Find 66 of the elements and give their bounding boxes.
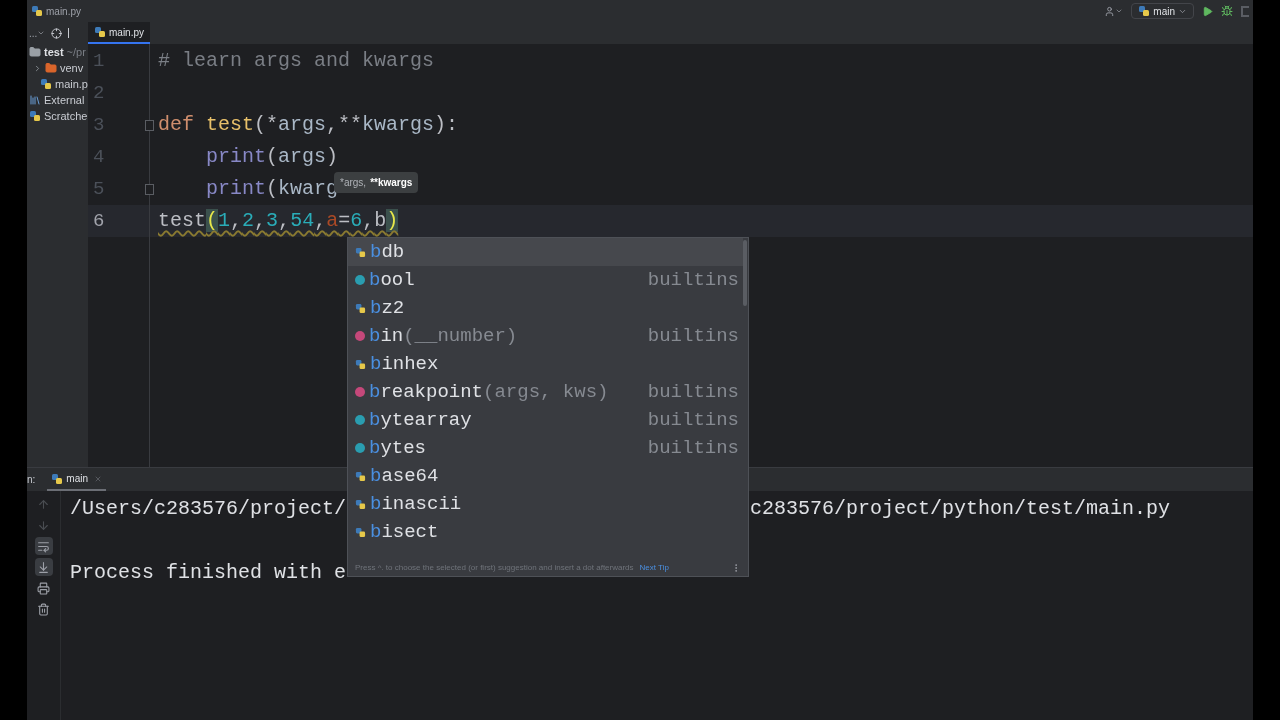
run-panel-label: n:: [27, 473, 36, 487]
python-file-icon: [39, 78, 52, 90]
module-icon: [355, 246, 366, 258]
libraries-icon: [29, 94, 41, 106]
scroll-to-end-icon[interactable]: [34, 558, 53, 576]
completion-item[interactable]: bz2: [348, 294, 743, 322]
run-icon[interactable]: [1202, 5, 1213, 17]
code-line: test(1,2,3,54,a=6,b): [158, 208, 399, 234]
console-text: Process finished with e: [70, 561, 347, 584]
folder-icon: [29, 46, 41, 58]
debug-icon[interactable]: [1221, 5, 1233, 17]
parameter-text: **kwargs: [370, 176, 413, 190]
function-icon: [355, 331, 365, 341]
fold-marker-icon[interactable]: [145, 183, 154, 195]
completion-item[interactable]: bytes builtins: [348, 434, 743, 462]
class-icon: [355, 443, 365, 453]
module-icon: [355, 470, 366, 482]
function-icon: [355, 387, 365, 397]
module-icon: [355, 358, 366, 370]
code-line: print(args): [206, 144, 339, 170]
python-file-icon: [51, 472, 64, 485]
breadcrumb[interactable]: main.py: [46, 3, 81, 19]
completion-item[interactable]: bytearray builtins: [348, 406, 743, 434]
run-tab[interactable]: main: [47, 468, 107, 491]
editor-tab[interactable]: main.py: [88, 22, 150, 44]
completion-item[interactable]: bin(__number) builtins: [348, 322, 743, 350]
chevron-icon[interactable]: [33, 63, 42, 73]
python-file-icon: [94, 26, 106, 38]
module-icon: [355, 302, 366, 314]
tree-item[interactable]: Scratche: [44, 107, 88, 125]
class-icon: [355, 415, 365, 425]
module-icon: [355, 526, 366, 538]
console-text: /Users/c283576/project/: [70, 497, 347, 520]
project-view-dropdown[interactable]: ...: [29, 25, 46, 41]
user-icon[interactable]: [1104, 5, 1124, 17]
tree-item[interactable]: test: [44, 43, 64, 61]
tree-item[interactable]: main.p: [54, 75, 88, 93]
module-icon: [355, 498, 366, 510]
code-line: def test(*args,**kwargs):: [158, 112, 459, 138]
caret-icon: [37, 29, 46, 37]
completion-item[interactable]: bisect: [348, 518, 743, 546]
fold-marker-icon[interactable]: [145, 119, 154, 131]
completion-item[interactable]: bdb: [348, 238, 743, 266]
python-file-icon: [31, 5, 43, 17]
next-tip-link[interactable]: Next Tip: [639, 561, 669, 574]
completion-item[interactable]: bool builtins: [348, 266, 743, 294]
run-config-dropdown[interactable]: main: [1131, 3, 1194, 19]
console-text: c283576/project/python/test/main.py: [750, 496, 1171, 522]
line-number: 6: [93, 208, 105, 234]
python-file-icon: [1138, 5, 1151, 17]
tree-item-path: ~/pr: [66, 44, 86, 60]
printer-icon[interactable]: [34, 579, 53, 597]
completion-item[interactable]: binascii: [348, 490, 743, 518]
tree-item[interactable]: External: [44, 91, 85, 109]
completion-item[interactable]: base64: [348, 462, 743, 490]
parameter-text: *args,: [340, 176, 367, 190]
tree-item[interactable]: venv: [60, 59, 84, 77]
wrap-icon[interactable]: [34, 537, 53, 555]
close-icon[interactable]: [94, 474, 103, 483]
completion-item[interactable]: b reakpoint(args, kws) builtins: [348, 378, 743, 406]
locate-icon[interactable]: [51, 27, 63, 39]
class-icon: [355, 275, 365, 285]
scratches-icon: [29, 110, 41, 122]
folder-icon: [45, 62, 57, 74]
completion-item[interactable]: binhex: [348, 350, 743, 378]
code-line: # learn args and kwargs: [158, 48, 435, 74]
